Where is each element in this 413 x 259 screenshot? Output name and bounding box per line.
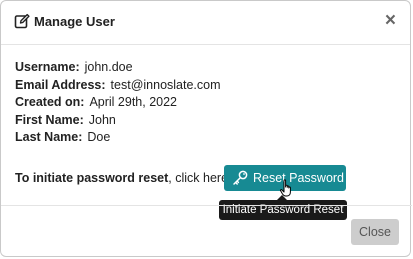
- footer-divider: [1, 205, 412, 206]
- field-value: test@innoslate.com: [110, 77, 221, 92]
- created-row: Created on: April 29th, 2022: [15, 94, 221, 112]
- field-label: Email Address:: [15, 77, 106, 92]
- username-row: Username: john.doe: [15, 59, 221, 77]
- email-row: Email Address: test@innoslate.com: [15, 77, 221, 95]
- field-value: john.doe: [84, 60, 133, 74]
- field-label: Last Name:: [15, 130, 83, 144]
- field-value: Doe: [87, 130, 111, 144]
- field-label: First Name:: [15, 112, 84, 127]
- field-label: Created on:: [15, 95, 85, 109]
- close-icon[interactable]: ×: [385, 11, 396, 31]
- reset-password-label: Reset Password: [253, 171, 345, 185]
- first-name-row: First Name: John: [15, 112, 221, 130]
- reset-password-tooltip: Initiate Password Reset: [219, 195, 347, 220]
- edit-icon: [14, 13, 30, 29]
- field-value: John: [88, 112, 116, 127]
- dialog-header: Manage User ×: [1, 1, 410, 45]
- reset-prompt-rest: , click here:: [168, 171, 232, 185]
- dialog-title: Manage User: [34, 14, 115, 29]
- user-details: Username: john.doe Email Address: test@inn…: [15, 59, 221, 147]
- field-value: April 29th, 2022: [89, 95, 178, 109]
- last-name-row: Last Name: Doe: [15, 129, 221, 147]
- tooltip-arrow: [277, 195, 287, 200]
- reset-prompt-bold: To initiate password reset: [15, 171, 169, 185]
- field-label: Username:: [15, 60, 80, 74]
- reset-prompt: To initiate password reset, click here:: [15, 171, 232, 185]
- close-button[interactable]: Close: [351, 219, 399, 245]
- key-icon: [233, 170, 248, 185]
- manage-user-dialog: Manage User × Username: john.doe Email Ad…: [0, 0, 412, 257]
